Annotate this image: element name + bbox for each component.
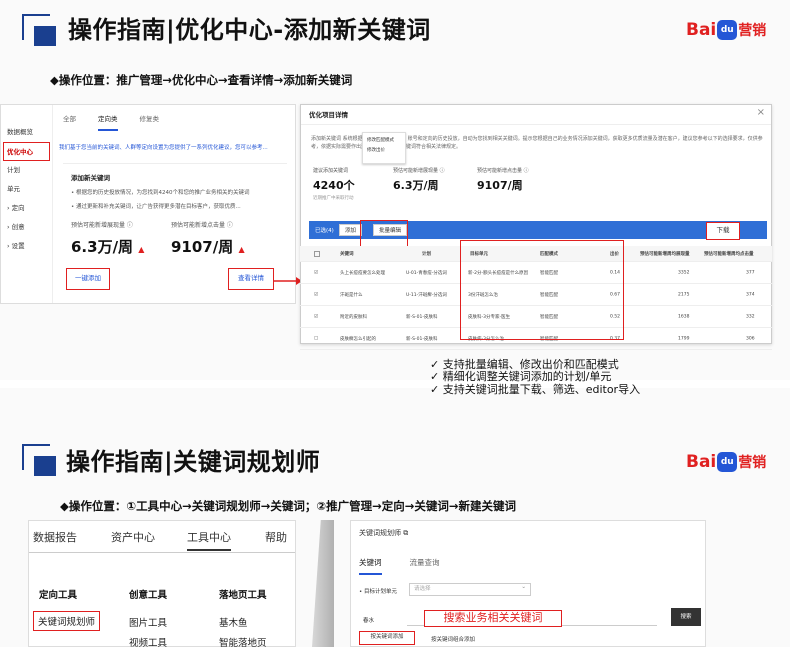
image-tool-link[interactable]: 图片工具	[129, 615, 167, 629]
highlight-unit-match-bid	[460, 240, 624, 340]
dialog-title: 优化项目详情	[301, 105, 771, 125]
nav-item-optimize-center[interactable]: 优化中心	[3, 142, 50, 161]
notice-text: 我们基于您当前的关键词、人群等定向设置为您提供了一系列优化建议，您可以参考...	[59, 145, 268, 151]
target-unit-select[interactable]: 请选择 ⌄	[409, 583, 531, 596]
stat-label: 预估可能新增展现量 ⓘ	[393, 168, 445, 174]
title-mark-icon	[22, 444, 62, 478]
tab-traffic-query[interactable]: 流量查询	[410, 557, 440, 575]
search-button[interactable]: 搜索	[671, 608, 701, 626]
col-keyword: 关键词	[340, 251, 354, 257]
group-targeting-tools: 定向工具	[39, 590, 78, 601]
row-checkbox[interactable]: ☑	[314, 292, 318, 297]
tab-repair[interactable]: 修复类	[140, 113, 160, 131]
slide-optimize-center: 操作指南|优化中心-添加新关键词 Bai du 营销 ◆操作位置：推广管理→优化中心…	[0, 0, 790, 380]
close-icon[interactable]: ×	[757, 107, 765, 118]
operation-path: ◆操作位置：①工具中心→关键词规划师→关键词；②推广管理→定向→关键词→新建关键…	[60, 499, 516, 513]
stat-value: 4240个	[313, 179, 355, 192]
stat-value: 6.3万/周	[393, 179, 439, 192]
nav-item-overview[interactable]: 数据概览	[1, 123, 52, 142]
one-click-add-button[interactable]: 一键添加	[66, 268, 110, 290]
search-callout: 搜索业务相关关键词	[424, 610, 562, 627]
stat-label: 预估可能新增点击量 ⓘ	[477, 168, 529, 174]
add-by-combo-tab[interactable]: 按关键词组合添加	[431, 635, 475, 643]
stat-label: 建议添加关键词	[313, 168, 349, 174]
nav-item-plan[interactable]: 计划	[1, 161, 52, 180]
smart-landing-link[interactable]: 智能落地页	[219, 635, 267, 647]
select-all-checkbox[interactable]	[314, 250, 320, 257]
nav-item-unit[interactable]: 单元	[1, 180, 52, 199]
nav-item-settings[interactable]: › 设置	[1, 237, 52, 256]
menu-help[interactable]: 帮助	[265, 529, 287, 545]
add-by-keyword-tab[interactable]: 按关键词添加	[359, 631, 415, 645]
slide-title: 操作指南|优化中心-添加新关键词	[68, 16, 431, 44]
download-button[interactable]: 下载	[706, 222, 740, 240]
row-checkbox[interactable]: ☑	[314, 314, 318, 319]
planner-tabs: 关键词 流量查询	[359, 557, 440, 575]
keyword-planner-link[interactable]: 关键词规划师	[33, 611, 101, 631]
card-title: 添加新关键词	[71, 174, 110, 182]
dropdown-item-match-mode[interactable]: 修改匹配模式	[363, 136, 405, 146]
tab-targeting[interactable]: 定向类	[98, 113, 118, 131]
feature-item: ✓ 支持关键词批量下载、筛选、editor导入	[430, 383, 641, 396]
stat-clicks-value: 9107/周 ▲	[171, 238, 245, 256]
card-line: • 通过更新和补充关键词，让广告获得更多潜在目标客户，获取优质...	[71, 204, 241, 210]
card-line: • 根据您的历史投放情况，为您找到4240个和您的推广业务相关的关键词	[71, 190, 250, 196]
slide-title: 操作指南|关键词规划师	[66, 448, 321, 476]
menu-tool-center[interactable]: 工具中心	[187, 529, 231, 551]
view-details-button[interactable]: 查看详情	[228, 268, 274, 290]
keyword-planner-panel: 关键词规划师 ⧉ 关键词 流量查询 • 目标计划单元 请选择 ⌄ 春水 搜索 按关…	[350, 520, 706, 647]
col-plan: 计划	[422, 251, 431, 257]
optimize-tabs: 全部 定向类 修复类	[63, 113, 159, 131]
col-clicks: 预估可能新增周均点击量	[704, 251, 754, 257]
arrow-right-icon	[274, 277, 302, 285]
tab-all[interactable]: 全部	[63, 113, 76, 131]
group-landing-tools: 落地页工具	[219, 590, 267, 601]
stat-clicks-label: 预估可能新增点击量 ⓘ	[171, 222, 233, 229]
side-nav: 数据概览 优化中心 计划 单元 › 定向 › 创意 › 设置	[1, 105, 53, 303]
trend-up-icon: ▲	[138, 245, 145, 254]
nav-item-creative[interactable]: › 创意	[1, 218, 52, 237]
seed-keyword-label: 春水	[363, 618, 375, 624]
bulk-edit-dropdown: 修改匹配模式 修改出价	[362, 132, 406, 164]
trend-up-icon: ▲	[238, 245, 245, 254]
stat-impressions-value: 6.3万/周 ▲	[71, 238, 145, 256]
operation-path: ◆操作位置：推广管理→优化中心→查看详情→添加新关键词	[50, 73, 353, 87]
baidu-paw-icon: du	[717, 452, 738, 472]
title-mark-icon	[22, 14, 62, 48]
stat-sub: 近期推广中采取行动	[313, 196, 354, 201]
menu-asset-center[interactable]: 资产中心	[111, 529, 155, 545]
row-checkbox[interactable]: ☑	[314, 270, 318, 275]
baidu-paw-icon: du	[717, 20, 738, 40]
selected-count: 已选(4)	[315, 228, 334, 234]
group-creative-tools: 创意工具	[129, 590, 168, 601]
panel-header: 关键词规划师 ⧉	[359, 529, 409, 537]
baidu-logo: Bai du 营销	[686, 452, 767, 472]
row-checkbox[interactable]: ☐	[314, 336, 318, 341]
tools-menu: 数据报告 资产中心 工具中心 帮助 定向工具 关键词规划师 创意工具 图片工具 …	[28, 520, 296, 647]
top-menu: 数据报告 资产中心 工具中心 帮助	[29, 521, 295, 553]
target-unit-label: • 目标计划单元	[359, 589, 397, 595]
nav-item-targeting[interactable]: › 定向	[1, 199, 52, 218]
menu-data-report[interactable]: 数据报告	[33, 529, 77, 545]
col-impressions: 预估可能新增周均展现量	[640, 251, 690, 257]
video-tool-link[interactable]: 视频工具	[129, 635, 167, 647]
chevron-down-icon: ⌄	[521, 584, 526, 590]
add-button[interactable]: 添加	[339, 224, 363, 236]
stat-impressions-label: 预估可能新增展现量 ⓘ	[71, 222, 133, 229]
baidu-logo: Bai du 营销	[686, 20, 767, 40]
dropdown-item-bid[interactable]: 修改出价	[363, 146, 405, 156]
slide-separator	[0, 380, 790, 388]
tab-keyword[interactable]: 关键词	[359, 557, 382, 575]
jimuyu-link[interactable]: 基木鱼	[219, 615, 248, 629]
stat-value: 9107/周	[477, 179, 523, 192]
